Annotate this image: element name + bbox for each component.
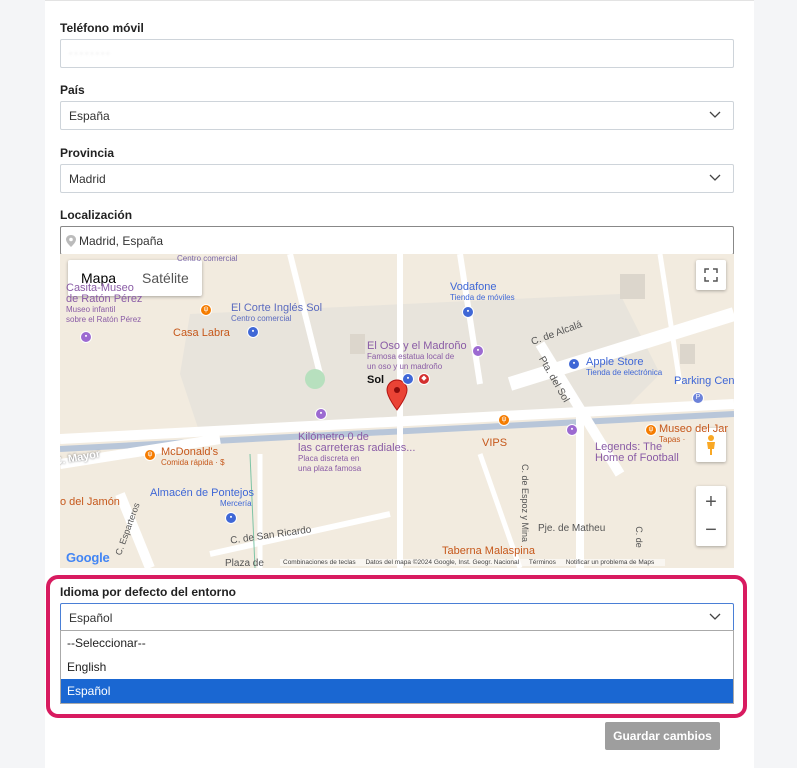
poi-taberna[interactable]: Taberna Malaspina [442, 546, 535, 557]
location-label: Localización [60, 208, 133, 222]
poi-del-jamon[interactable]: o del Jamón [60, 497, 120, 508]
fullscreen-icon [704, 268, 718, 282]
parking-icon: P [692, 392, 704, 404]
highlight-annotation [46, 575, 747, 718]
restaurant-icon: ψ [645, 424, 657, 436]
metro-icon: ◆ [418, 373, 430, 385]
street-espoz: C. de Espoz y Mina [520, 464, 530, 543]
shopping-icon: ▪ [247, 326, 259, 338]
poi-vodafone[interactable]: Vodafone Tienda de móviles [450, 282, 515, 303]
map-attribution: Combinaciones de teclas Datos del mapa ©… [280, 559, 666, 566]
poi-apple-store[interactable]: Apple Store Tienda de electrónica [586, 357, 662, 378]
poi-corte-ingles[interactable]: El Corte Inglés Sol Centro comercial [231, 303, 322, 324]
chevron-down-icon [709, 111, 721, 118]
report-problem-link[interactable]: Notificar un problema de Maps [566, 559, 655, 566]
map-data-text: Datos del mapa ©2024 Google, Inst. Geogr… [365, 559, 520, 566]
poi-casa-labra[interactable]: Casa Labra [173, 328, 230, 339]
terms-link[interactable]: Términos [529, 559, 556, 566]
fullscreen-button[interactable] [696, 260, 726, 290]
poi-sol[interactable]: Sol [367, 375, 384, 386]
zoom-out-button[interactable]: − [705, 516, 717, 544]
shopping-icon: ▪ [566, 424, 578, 436]
poi-parking[interactable]: Parking Cen [674, 376, 734, 387]
shopping-icon: ▪ [568, 358, 580, 370]
restaurant-icon: ψ [498, 414, 510, 426]
map-view[interactable]: Mapa Satélite + − Centro comercial Casit… [60, 254, 734, 568]
phone-input[interactable]: ········ [60, 39, 734, 68]
zoom-control: + − [696, 486, 726, 546]
street-plaza: Plaza de [225, 558, 264, 568]
country-select[interactable]: España [60, 101, 734, 130]
poi-legends[interactable]: Legends: The Home of Football [595, 442, 679, 464]
poi-centro-comercial: Centro comercial [177, 254, 238, 263]
country-value: España [69, 108, 110, 123]
zoom-in-button[interactable]: + [705, 488, 717, 516]
transit-icon: ▪ [402, 373, 414, 385]
street-c-de: C. de [633, 526, 644, 548]
museum-icon: ▪ [80, 331, 92, 343]
google-logo[interactable]: Google [66, 550, 110, 565]
location-pin-icon [66, 234, 76, 247]
poi-museo-jamon[interactable]: Museo del Jar Tapas · [659, 424, 728, 445]
chevron-down-icon [709, 174, 721, 181]
poi-mcdonalds[interactable]: McDonald's Comida rápida · $ [161, 447, 225, 468]
street-matheu: Pje. de Matheu [538, 523, 606, 534]
location-value: Madrid, España [79, 233, 164, 248]
poi-raton-perez[interactable]: Casita-Museo de Ratón Pérez Museo infanti… [66, 283, 142, 325]
phone-value: ········ [69, 48, 112, 59]
restaurant-icon: ψ [200, 304, 212, 316]
province-select[interactable]: Madrid [60, 164, 734, 193]
poi-oso-madrono[interactable]: El Oso y el Madroño Famosa estatua local … [367, 341, 467, 372]
poi-km0[interactable]: Kilómetro 0 de las carreteras radiales...… [298, 432, 415, 474]
poi-vips[interactable]: VIPS [482, 438, 507, 449]
phone-label: Teléfono móvil [60, 21, 144, 35]
country-label: País [60, 83, 85, 97]
location-input[interactable]: Madrid, España [60, 226, 734, 255]
province-label: Provincia [60, 146, 115, 160]
province-value: Madrid [69, 171, 106, 186]
poi-pontejos[interactable]: Almacén de Pontejos Mercería [150, 488, 254, 509]
shopping-icon: ▪ [225, 512, 237, 524]
keyboard-shortcuts-link[interactable]: Combinaciones de teclas [283, 559, 356, 566]
landmark-icon: ▪ [315, 408, 327, 420]
restaurant-icon: ψ [144, 449, 156, 461]
landmark-icon: ▪ [472, 345, 484, 357]
shopping-icon: ▪ [462, 306, 474, 318]
save-changes-button[interactable]: Guardar cambios [605, 722, 720, 750]
map-base [60, 254, 734, 568]
